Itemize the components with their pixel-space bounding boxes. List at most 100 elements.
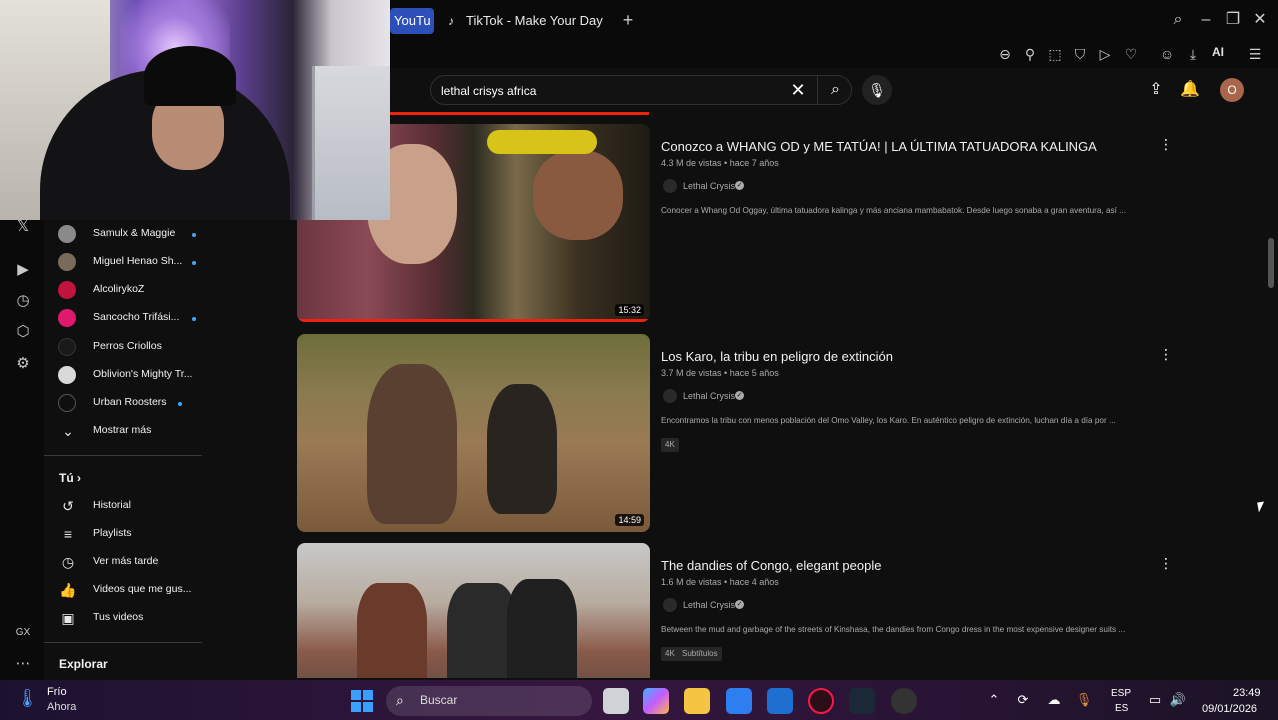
account-avatar[interactable]: O — [1220, 78, 1244, 102]
volume-icon[interactable]: 🔊 — [1168, 690, 1188, 710]
channel-avatar[interactable] — [663, 389, 677, 403]
browser-search-icon[interactable]: ⌕ — [1166, 8, 1190, 32]
ai-button[interactable]: AI — [1212, 45, 1224, 59]
menu-icon[interactable]: ☰ — [1245, 44, 1265, 64]
channel-avatar[interactable] — [663, 179, 677, 193]
video-title[interactable]: Conozco a WHANG OD y ME TATÚA! | LA ÚLTI… — [661, 139, 1097, 154]
microphone-icon[interactable]: 🎙 — [1074, 690, 1094, 710]
guide-item-label: Tus videos — [93, 611, 144, 623]
clock-date: 09/01/2026 — [1202, 703, 1258, 715]
gx-button[interactable]: GX — [12, 622, 34, 644]
tab-tiktok[interactable]: ♪ TikTok - Make Your Day — [440, 8, 610, 34]
player-icon[interactable]: ▶ — [12, 259, 34, 281]
zoom-out-icon[interactable]: ⊖ — [995, 44, 1015, 64]
task-view-icon[interactable] — [603, 688, 629, 714]
verified-check-icon: ✓ — [735, 600, 744, 609]
video-thumbnail[interactable] — [297, 543, 650, 678]
search-input[interactable] — [441, 82, 771, 100]
network-icon[interactable]: ▭ — [1145, 690, 1165, 710]
subscription-item[interactable]: Miguel Henao Sh... — [58, 251, 208, 275]
subscription-item[interactable]: Oblivion's Mighty Tr... — [58, 364, 208, 388]
guide-item-playlists[interactable]: ≡ Playlists — [58, 523, 208, 547]
channel-avatar — [58, 394, 76, 412]
video-title[interactable]: Los Karo, la tribu en peligro de extinci… — [661, 349, 893, 364]
badge-4k: 4K — [661, 438, 679, 452]
mouse-cursor-icon — [1257, 501, 1266, 513]
video-title[interactable]: The dandies of Congo, elegant people — [661, 558, 881, 573]
subscription-item[interactable]: Samulx & Maggie — [58, 223, 208, 247]
show-more-label: Mostrar más — [93, 424, 152, 436]
thermometer-icon[interactable]: 🌡 — [16, 688, 39, 712]
language-indicator[interactable]: ESP — [1111, 688, 1131, 699]
history-clock-icon[interactable]: ◷ — [12, 290, 34, 312]
video-thumbnail[interactable]: 14:59 — [297, 334, 650, 532]
voice-search-icon[interactable]: 🎙 — [862, 75, 892, 105]
weather-temperature[interactable]: Frío — [47, 686, 67, 698]
windows-start-icon[interactable] — [351, 690, 373, 712]
guide-item-your-videos[interactable]: ▣ Tus videos — [58, 607, 208, 631]
maximize-icon[interactable]: ❐ — [1221, 8, 1245, 32]
taskbar-search[interactable]: ⌕ Buscar — [386, 686, 592, 716]
you-section-header[interactable]: Tú › — [59, 471, 81, 485]
more-actions-icon[interactable]: ⋮ — [1159, 136, 1173, 152]
tab-youtube[interactable]: YouTu — [390, 8, 434, 34]
download-icon[interactable]: ⤓ — [1183, 44, 1203, 64]
guide-divider — [44, 455, 202, 456]
page-scrollbar[interactable] — [1266, 68, 1278, 680]
subscription-item[interactable]: AlcolirykoZ — [58, 279, 208, 303]
your-videos-icon: ▣ — [61, 610, 75, 626]
notifications-bell-icon[interactable]: 🔔 — [1178, 78, 1202, 102]
file-explorer-icon[interactable] — [684, 688, 710, 714]
pin-icon[interactable]: ⚲ — [1020, 44, 1040, 64]
search-icon: ⌕ — [396, 692, 404, 708]
outlook-icon[interactable] — [767, 688, 793, 714]
guide-item-history[interactable]: ↺ Historial — [58, 495, 208, 519]
more-actions-icon[interactable]: ⋮ — [1159, 346, 1173, 362]
video-views: 1.6 M de vistas — [661, 577, 722, 587]
video-result[interactable]: 14:59 Los Karo, la tribu en peligro de e… — [297, 334, 1197, 532]
subscription-name: Urban Roosters — [93, 396, 167, 408]
game-launcher-icon[interactable] — [891, 688, 917, 714]
channel-name[interactable]: Lethal Crysis — [683, 181, 735, 191]
steam-icon[interactable] — [849, 688, 875, 714]
guide-item-label: Playlists — [93, 527, 132, 539]
subscription-item[interactable]: Sancocho Trifási... — [58, 307, 208, 331]
settings-gear-icon[interactable]: ⚙ — [12, 353, 34, 375]
video-description: Encontramos la tribu con menos población… — [661, 416, 1116, 425]
opera-gx-icon[interactable] — [808, 688, 834, 714]
upload-icon[interactable]: ⇪ — [1144, 78, 1168, 102]
clock-time[interactable]: 23:49 — [1233, 687, 1261, 699]
close-window-icon[interactable]: ✕ — [1248, 8, 1272, 32]
heart-icon[interactable]: ♡ — [1121, 44, 1141, 64]
channel-name[interactable]: Lethal Crysis — [683, 391, 735, 401]
extensions-icon[interactable]: ⬡ — [12, 321, 34, 343]
search-icon[interactable]: ⌕ — [817, 76, 853, 104]
clear-search-icon[interactable]: ✕ — [787, 79, 809, 101]
show-more-button[interactable]: ⌄ Mostrar más — [58, 420, 208, 444]
channel-name[interactable]: Lethal Crysis — [683, 600, 735, 610]
subscription-item[interactable]: Perros Criollos — [58, 336, 208, 360]
more-actions-icon[interactable]: ⋮ — [1159, 555, 1173, 571]
guide-item-watch-later[interactable]: ◷ Ver más tarde — [58, 551, 208, 575]
snapshot-icon[interactable]: ⬚ — [1045, 44, 1065, 64]
subscription-item[interactable]: Urban Roosters — [58, 392, 208, 416]
microsoft-store-icon[interactable] — [726, 688, 752, 714]
show-hidden-icons-icon[interactable]: ⌃ — [984, 690, 1004, 710]
copilot-icon[interactable] — [643, 688, 669, 714]
video-result[interactable]: The dandies of Congo, elegant people 1.6… — [297, 543, 1197, 678]
scrollbar-thumb[interactable] — [1268, 238, 1274, 288]
video-age: hace 5 años — [729, 368, 779, 378]
send-icon[interactable]: ▷ — [1095, 44, 1115, 64]
video-result[interactable]: 15:32 Conozco a WHANG OD y ME TATÚA! | L… — [297, 124, 1197, 322]
guide-item-liked-videos[interactable]: 👍 Videos que me gus... — [58, 579, 208, 603]
shield-icon[interactable]: ⛉ — [1070, 44, 1090, 64]
more-icon[interactable]: ⋯ — [12, 653, 34, 675]
onedrive-cloud-icon[interactable]: ☁ — [1044, 690, 1064, 710]
search-results: 15:32 Conozco a WHANG OD y ME TATÚA! | L… — [297, 112, 1257, 678]
guide-item-label: Videos que me gus... — [93, 583, 192, 595]
minimize-icon[interactable]: – — [1194, 8, 1218, 32]
profile-icon[interactable]: ☺ — [1157, 44, 1177, 64]
sync-icon[interactable]: ⟳ — [1013, 690, 1033, 710]
channel-avatar[interactable] — [663, 598, 677, 612]
new-tab-button[interactable]: + — [618, 10, 638, 30]
